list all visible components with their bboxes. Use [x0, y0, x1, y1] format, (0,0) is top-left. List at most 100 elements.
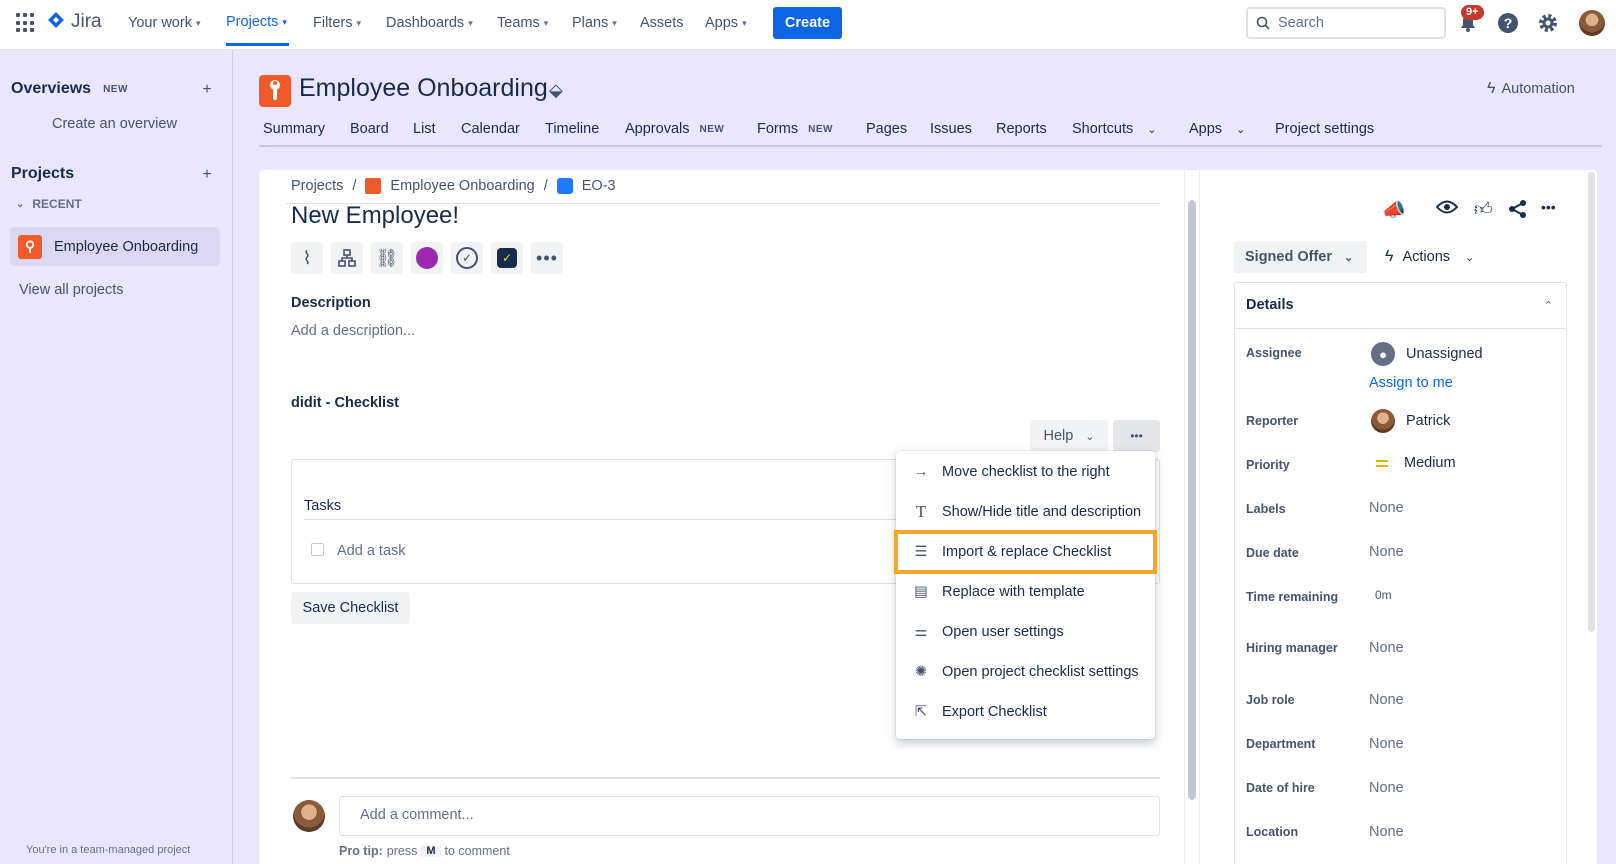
breadcrumb-projects[interactable]: Projects [291, 178, 343, 194]
tab-apps[interactable]: Apps ⌄ [1189, 121, 1245, 137]
link-issue-button[interactable]: ⛓ [371, 242, 403, 274]
tab-list[interactable]: List [413, 121, 436, 137]
menu-item-user-settings[interactable]: ⚌ Open user settings [896, 612, 1155, 652]
reporter-label: Reporter [1246, 414, 1299, 428]
nav-dashboards[interactable]: Dashboards ▾ [386, 0, 473, 46]
help-icon: ? [1498, 13, 1518, 33]
priority-field[interactable]: Medium [1376, 455, 1456, 471]
app-button-3[interactable]: ✓ [491, 242, 523, 274]
tab-issues[interactable]: Issues [930, 121, 972, 137]
nav-plans[interactable]: Plans ▾ [572, 0, 617, 46]
time-remaining-value[interactable]: 0m [1375, 588, 1392, 602]
more-actions-button[interactable]: ••• [531, 242, 563, 274]
view-all-projects-link[interactable]: View all projects [19, 282, 124, 298]
pro-tip: Pro tip: press M to comment [339, 844, 510, 858]
chevron-down-icon: ⌄ [16, 198, 25, 210]
keyboard-key: M [421, 845, 441, 857]
project-title: Employee Onboarding [299, 74, 548, 102]
breadcrumb-issue-key[interactable]: EO-3 [582, 178, 616, 194]
nav-apps[interactable]: Apps ▾ [705, 0, 747, 46]
add-task-input[interactable]: Add a task [337, 543, 406, 559]
details-scrollbar[interactable] [1588, 172, 1595, 632]
vote-icon[interactable]: 👍︎ [1474, 198, 1493, 220]
task-checkbox[interactable] [311, 543, 324, 556]
paint-icon[interactable]: ⬙ [549, 80, 563, 101]
priority-medium-icon [1376, 459, 1388, 467]
tab-reports[interactable]: Reports [996, 121, 1047, 137]
nav-filters[interactable]: Filters ▾ [313, 0, 361, 46]
issue-title[interactable]: New Employee! [291, 202, 459, 230]
save-checklist-button[interactable]: Save Checklist [291, 592, 410, 624]
date-of-hire-value[interactable]: None [1369, 780, 1404, 796]
hiring-manager-value[interactable]: None [1369, 640, 1404, 656]
add-overview-icon[interactable]: + [196, 79, 218, 101]
tab-shortcuts[interactable]: Shortcuts ⌄ [1072, 121, 1156, 137]
nav-assets[interactable]: Assets [640, 0, 684, 46]
reporter-field[interactable]: Patrick [1371, 409, 1450, 433]
tab-project-settings[interactable]: Project settings [1275, 121, 1374, 137]
department-value[interactable]: None [1369, 736, 1404, 752]
job-role-label: Job role [1246, 693, 1295, 707]
actions-dropdown[interactable]: ϟ Actions ⌄ [1385, 248, 1474, 266]
profile-avatar[interactable] [1579, 10, 1605, 36]
menu-item-import-replace[interactable]: ☰ Import & replace Checklist [894, 530, 1157, 574]
due-date-value[interactable]: None [1369, 544, 1404, 560]
assign-to-me-link[interactable]: Assign to me [1369, 375, 1453, 391]
tab-label: Project settings [1275, 121, 1375, 137]
tab-forms[interactable]: Forms NEW [757, 121, 833, 137]
menu-item-label: Show/Hide title and description [942, 504, 1142, 520]
assignee-field[interactable]: ● Unassigned [1371, 342, 1483, 366]
help-button[interactable]: ? [1494, 9, 1522, 37]
menu-item-project-settings[interactable]: ✺ Open project checklist settings [896, 652, 1155, 692]
app-button-1[interactable] [411, 242, 443, 274]
location-value[interactable]: None [1369, 824, 1404, 840]
child-issue-button[interactable] [331, 242, 363, 274]
nav-label: Apps [705, 15, 739, 31]
nav-projects[interactable]: Projects ▾ [226, 0, 289, 46]
search-input[interactable]: Search [1246, 7, 1446, 39]
watch-icon[interactable] [1435, 199, 1459, 218]
tab-pages[interactable]: Pages [866, 121, 907, 137]
recent-project-item[interactable]: ⚲ Employee Onboarding [10, 227, 220, 266]
app-button-2[interactable]: ✓ [451, 242, 483, 274]
tab-summary[interactable]: Summary [263, 121, 325, 137]
settings-button[interactable] [1534, 9, 1562, 37]
checklist-menu-button[interactable]: ••• [1113, 420, 1160, 452]
breadcrumb-project[interactable]: Employee Onboarding [390, 178, 534, 194]
status-dropdown[interactable]: Signed Offer ⌄ [1234, 241, 1367, 273]
menu-item-replace-template[interactable]: ▤ Replace with template [896, 572, 1155, 612]
menu-item-export[interactable]: ⇱ Export Checklist [896, 692, 1155, 732]
gear-icon: ✺ [914, 664, 928, 680]
automation-button[interactable]: ϟ Automation [1487, 80, 1575, 98]
tab-calendar[interactable]: Calendar [461, 121, 520, 137]
app-switcher-icon[interactable] [16, 13, 36, 33]
chevron-down-icon: ▾ [742, 18, 747, 28]
tab-timeline[interactable]: Timeline [545, 121, 599, 137]
chevron-up-icon: ⌃ [1543, 299, 1553, 312]
menu-item-move-right[interactable]: → Move checklist to the right [896, 452, 1155, 492]
more-icon: ••• [536, 247, 558, 268]
labels-value[interactable]: None [1369, 500, 1404, 516]
menu-item-show-hide[interactable]: T Show/Hide title and description [896, 492, 1155, 532]
details-header[interactable]: Details ⌃ [1234, 282, 1567, 329]
share-icon[interactable] [1508, 199, 1528, 222]
more-options-icon[interactable]: ••• [1541, 199, 1556, 215]
create-overview-link[interactable]: Create an overview [52, 116, 177, 132]
add-project-icon[interactable]: + [196, 164, 218, 186]
nav-teams[interactable]: Teams ▾ [497, 0, 548, 46]
tab-approvals[interactable]: Approvals NEW [625, 121, 724, 137]
job-role-value[interactable]: None [1369, 692, 1404, 708]
attach-button[interactable]: ⌇ [291, 242, 323, 274]
nav-your-work[interactable]: Your work ▾ [128, 0, 200, 46]
feedback-icon[interactable]: 📣 [1382, 198, 1406, 222]
eye-icon [1435, 200, 1459, 214]
jira-logo[interactable]: Jira [46, 11, 102, 33]
comment-input[interactable]: Add a comment... [339, 796, 1160, 836]
create-button[interactable]: Create [773, 7, 842, 39]
recent-section[interactable]: ⌄ RECENT [16, 197, 82, 211]
lightning-icon: ϟ [1487, 80, 1496, 97]
tab-board[interactable]: Board [350, 121, 389, 137]
description-field[interactable]: Add a description... [291, 323, 415, 339]
help-dropdown[interactable]: Help ⌄ [1030, 420, 1108, 452]
assignee-label: Assignee [1246, 346, 1302, 360]
